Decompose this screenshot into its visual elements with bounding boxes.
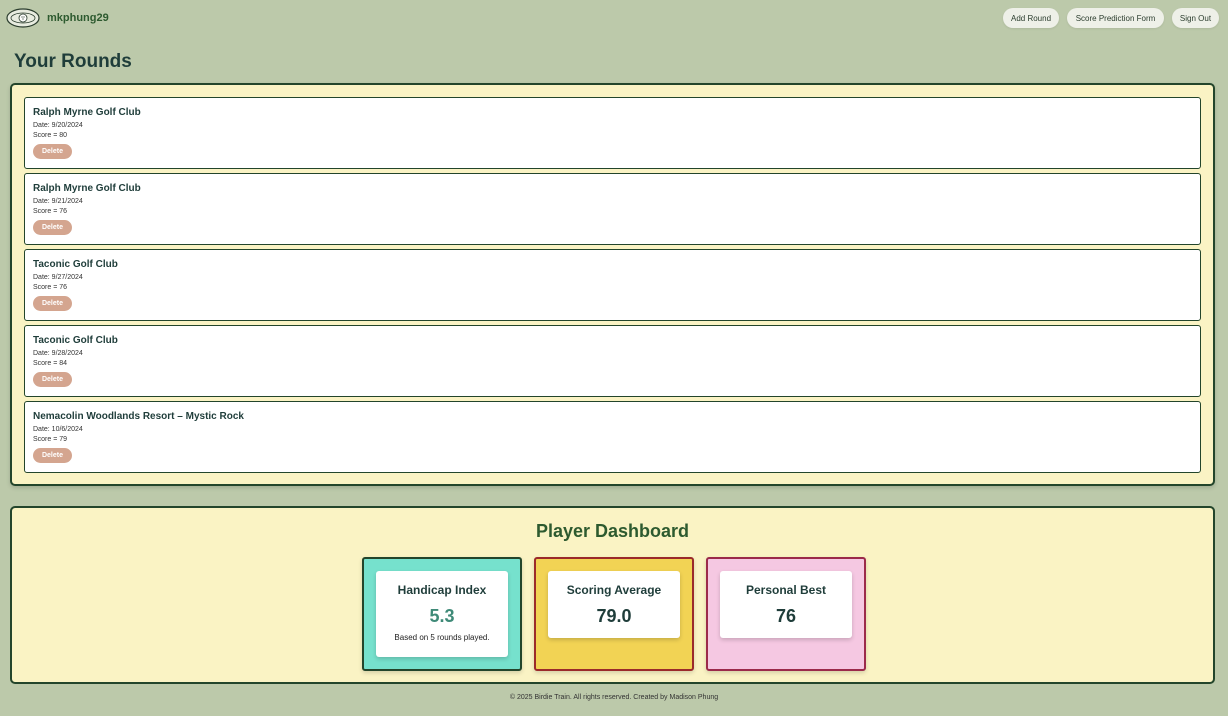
round-course-name: Taconic Golf Club bbox=[33, 259, 118, 270]
delete-round-button[interactable]: Delete bbox=[33, 144, 72, 159]
round-card: Ralph Myrne Golf Club Date: 9/20/2024 Sc… bbox=[24, 97, 1201, 169]
round-course-name: Ralph Myrne Golf Club bbox=[33, 107, 141, 118]
round-course-name: Ralph Myrne Golf Club bbox=[33, 183, 141, 194]
delete-round-button[interactable]: Delete bbox=[33, 372, 72, 387]
round-card: Taconic Golf Club Date: 9/27/2024 Score … bbox=[24, 249, 1201, 321]
scoring-average-card: Scoring Average 79.0 bbox=[548, 571, 680, 638]
delete-round-button[interactable]: Delete bbox=[33, 220, 72, 235]
golf-ball-logo-icon[interactable] bbox=[6, 8, 40, 28]
delete-round-button[interactable]: Delete bbox=[33, 296, 72, 311]
handicap-index-note: Based on 5 rounds played. bbox=[394, 633, 490, 642]
rounds-list: Ralph Myrne Golf Club Date: 9/20/2024 Sc… bbox=[10, 83, 1215, 486]
player-dashboard: Player Dashboard Handicap Index 5.3 Base… bbox=[10, 506, 1215, 684]
round-course-name: Taconic Golf Club bbox=[33, 335, 118, 346]
dashboard-title: Player Dashboard bbox=[535, 521, 690, 541]
round-score: Score = 80 bbox=[33, 132, 68, 139]
scoring-average-label: Scoring Average bbox=[566, 583, 662, 597]
personal-best-tile: Personal Best 76 bbox=[706, 557, 866, 671]
scoring-average-tile: Scoring Average 79.0 bbox=[534, 557, 694, 671]
round-score: Score = 79 bbox=[33, 436, 68, 443]
round-card: Nemacolin Woodlands Resort – Mystic Rock… bbox=[24, 401, 1201, 473]
personal-best-value: 76 bbox=[775, 606, 797, 626]
round-date: Date: 10/6/2024 bbox=[33, 426, 83, 433]
round-card: Ralph Myrne Golf Club Date: 9/21/2024 Sc… bbox=[24, 173, 1201, 245]
round-date: Date: 9/21/2024 bbox=[33, 198, 83, 205]
scoring-average-value: 79.0 bbox=[596, 606, 632, 626]
top-nav-bar: mkphung29 Add Round Score Prediction For… bbox=[0, 0, 1228, 36]
personal-best-card: Personal Best 76 bbox=[720, 571, 852, 638]
page-title: Your Rounds bbox=[14, 51, 132, 72]
round-card: Taconic Golf Club Date: 9/28/2024 Score … bbox=[24, 325, 1201, 397]
delete-round-button[interactable]: Delete bbox=[33, 448, 72, 463]
footer-copyright: © 2025 Birdie Train. All rights reserved… bbox=[509, 694, 719, 701]
round-date: Date: 9/20/2024 bbox=[33, 122, 83, 129]
round-date: Date: 9/28/2024 bbox=[33, 350, 83, 357]
round-course-name: Nemacolin Woodlands Resort – Mystic Rock bbox=[33, 411, 244, 422]
handicap-index-card: Handicap Index 5.3 Based on 5 rounds pla… bbox=[376, 571, 508, 657]
handicap-index-label: Handicap Index bbox=[397, 583, 487, 597]
add-round-button[interactable]: Add Round bbox=[1003, 8, 1059, 28]
round-date: Date: 9/27/2024 bbox=[33, 274, 83, 281]
sign-out-button[interactable]: Sign Out bbox=[1172, 8, 1219, 28]
handicap-index-tile: Handicap Index 5.3 Based on 5 rounds pla… bbox=[362, 557, 522, 671]
username-link[interactable]: mkphung29 bbox=[47, 12, 109, 24]
score-prediction-form-button[interactable]: Score Prediction Form bbox=[1067, 8, 1164, 28]
handicap-index-value: 5.3 bbox=[429, 606, 455, 626]
round-score: Score = 76 bbox=[33, 284, 68, 291]
round-score: Score = 76 bbox=[33, 208, 68, 215]
personal-best-label: Personal Best bbox=[745, 583, 827, 597]
round-score: Score = 84 bbox=[33, 360, 68, 367]
